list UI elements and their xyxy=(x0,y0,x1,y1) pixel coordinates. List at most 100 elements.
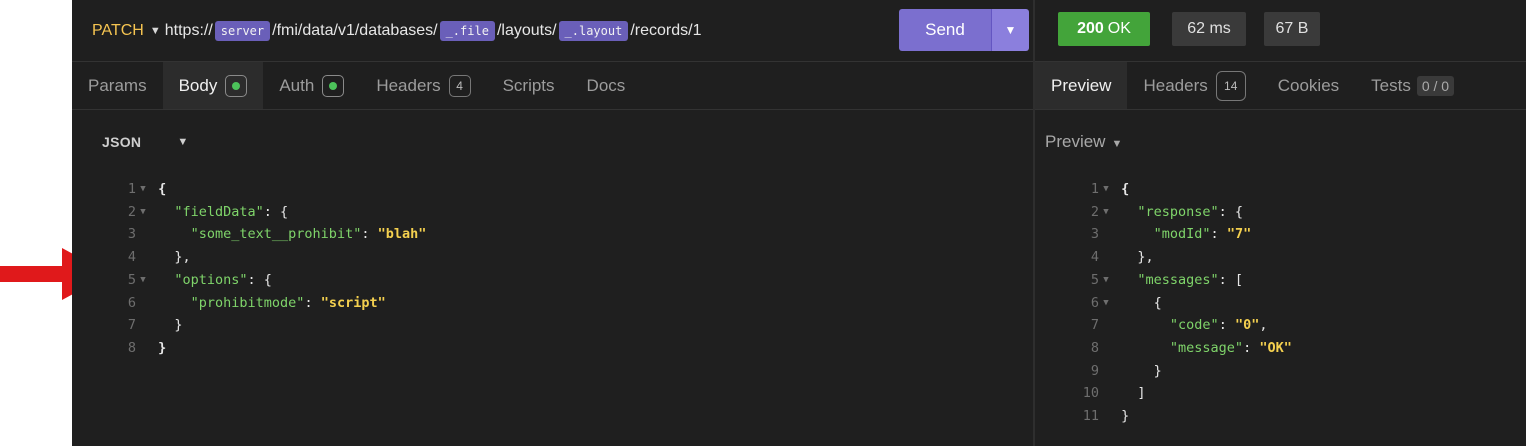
code-token: : { xyxy=(247,271,272,288)
url-segment: /layouts/ xyxy=(496,21,557,39)
tab-preview[interactable]: Preview xyxy=(1035,62,1128,109)
preview-mode-selector[interactable]: Preview ▼ xyxy=(1045,132,1122,152)
code-token: "some_text__prohibit" xyxy=(190,226,362,243)
request-tabs: Params Body Auth Headers 4 Scripts Docs xyxy=(72,62,1033,110)
line-number: 5 xyxy=(1090,271,1099,288)
tab-auth[interactable]: Auth xyxy=(263,62,360,109)
tab-body[interactable]: Body xyxy=(162,62,264,109)
count-badge: 14 xyxy=(1215,70,1246,101)
tab-label: Headers xyxy=(376,75,441,95)
tab-label: Headers xyxy=(1143,75,1208,95)
method-selector[interactable]: PATCH ▼ xyxy=(92,22,165,40)
code-line: 1 ▼ { xyxy=(1055,178,1292,201)
code-token: }, xyxy=(1137,249,1154,266)
code-token: { xyxy=(1153,294,1162,311)
response-body-viewer: 1 ▼ {2 ▼ "response": {3 "modId": "7" 4 }, 5 ▼… xyxy=(1055,178,1292,428)
fold-toggle-icon[interactable]: ▼ xyxy=(1099,269,1113,292)
status-text: OK xyxy=(1107,20,1131,37)
request-body-editor[interactable]: 1 ▼ {2 ▼ "fieldData": {3 "some_text__prohi… xyxy=(92,178,427,360)
line-number: 2 xyxy=(1090,203,1099,220)
code-token: "OK" xyxy=(1259,339,1292,356)
code-line: 9 } xyxy=(1055,360,1292,383)
line-number: 9 xyxy=(1090,362,1099,379)
chevron-down-icon: ▼ xyxy=(1111,137,1123,150)
tab-cookies[interactable]: Cookies xyxy=(1262,62,1355,109)
fold-gutter xyxy=(1099,223,1113,246)
fold-toggle-icon[interactable]: ▼ xyxy=(136,201,150,224)
chevron-down-icon: ▼ xyxy=(1004,23,1017,37)
tab-label: Docs xyxy=(586,75,626,95)
send-options-button[interactable]: ▼ xyxy=(991,9,1029,51)
chevron-down-icon[interactable]: ▼ xyxy=(177,136,188,148)
url-segment: https:// xyxy=(164,21,213,39)
code-line: 6 ▼ { xyxy=(1055,292,1292,315)
code-line: 1 ▼ { xyxy=(92,178,426,201)
fold-toggle-icon[interactable]: ▼ xyxy=(136,269,150,292)
code-line: 3 "some_text__prohibit": "blah" xyxy=(92,223,427,246)
line-number: 11 xyxy=(1082,408,1099,425)
response-pane: 200 OK 62 ms 67 B Preview Headers 14 Cookie… xyxy=(1035,0,1526,446)
tab-label: Tests xyxy=(1371,75,1411,95)
code-token: "modId" xyxy=(1153,226,1211,243)
fold-toggle-icon[interactable]: ▼ xyxy=(1099,201,1113,224)
code-token: "prohibitmode" xyxy=(190,294,305,311)
url-variable-tag[interactable]: server xyxy=(214,20,271,41)
code-token: : xyxy=(304,294,321,311)
chevron-down-icon: ▼ xyxy=(149,24,161,37)
code-line: 2 ▼ "fieldData": { xyxy=(92,201,426,224)
code-token: "code" xyxy=(1169,317,1219,334)
preview-mode-label: Preview xyxy=(1045,131,1106,151)
code-token: { xyxy=(158,181,167,197)
fold-gutter xyxy=(136,337,150,360)
line-number: 6 xyxy=(1090,294,1099,311)
line-number: 4 xyxy=(1090,249,1099,266)
line-number: 3 xyxy=(1090,226,1099,243)
tab-tests[interactable]: Tests 0 / 0 xyxy=(1355,62,1470,109)
tab-docs[interactable]: Docs xyxy=(571,62,642,109)
fold-toggle-icon[interactable]: ▼ xyxy=(1099,292,1113,315)
code-token: } xyxy=(158,339,167,356)
tests-count-badge: 0 / 0 xyxy=(1416,75,1455,96)
tab-headers[interactable]: Headers 14 xyxy=(1127,62,1261,109)
count-badge: 4 xyxy=(448,74,471,97)
preview-mode-bar: Preview ▼ xyxy=(1035,110,1526,173)
tab-params[interactable]: Params xyxy=(72,62,163,109)
url-variable-tag[interactable]: _.file xyxy=(439,20,495,41)
fold-gutter xyxy=(136,223,150,246)
code-line: 8 "message": "OK" xyxy=(1055,337,1292,360)
tab-headers[interactable]: Headers 4 xyxy=(360,62,486,109)
code-token: } xyxy=(174,317,183,334)
fold-toggle-icon[interactable]: ▼ xyxy=(1099,178,1113,201)
fold-toggle-icon[interactable]: ▼ xyxy=(136,178,150,201)
tab-label: Params xyxy=(88,75,147,95)
code-token: "fieldData" xyxy=(174,203,264,220)
code-token: "7" xyxy=(1226,226,1252,243)
request-pane: PATCH ▼ https://server/fmi/data/v1/datab… xyxy=(72,0,1033,446)
tab-label: Scripts xyxy=(502,75,555,95)
line-number: 5 xyxy=(127,271,136,288)
code-token: "messages" xyxy=(1137,271,1219,288)
fold-gutter xyxy=(1099,360,1113,383)
code-token: } xyxy=(1153,362,1162,379)
tab-scripts[interactable]: Scripts xyxy=(487,62,571,109)
line-number: 8 xyxy=(1090,339,1099,356)
active-indicator-icon xyxy=(322,74,345,97)
code-token: : { xyxy=(1218,203,1244,220)
code-token: "response" xyxy=(1137,203,1219,220)
code-token: "blah" xyxy=(377,226,427,243)
send-button[interactable]: Send xyxy=(899,9,991,51)
fold-gutter xyxy=(1099,314,1113,337)
url-input[interactable]: https://server/fmi/data/v1/databases/_.f… xyxy=(164,20,701,41)
response-status-bar: 200 OK 62 ms 67 B xyxy=(1035,0,1526,62)
url-variable-tag[interactable]: _.layout xyxy=(558,20,629,41)
body-format-selector[interactable]: JSON xyxy=(102,134,141,150)
code-line: 11 } xyxy=(1055,405,1292,428)
code-line: 7 } xyxy=(92,314,426,337)
